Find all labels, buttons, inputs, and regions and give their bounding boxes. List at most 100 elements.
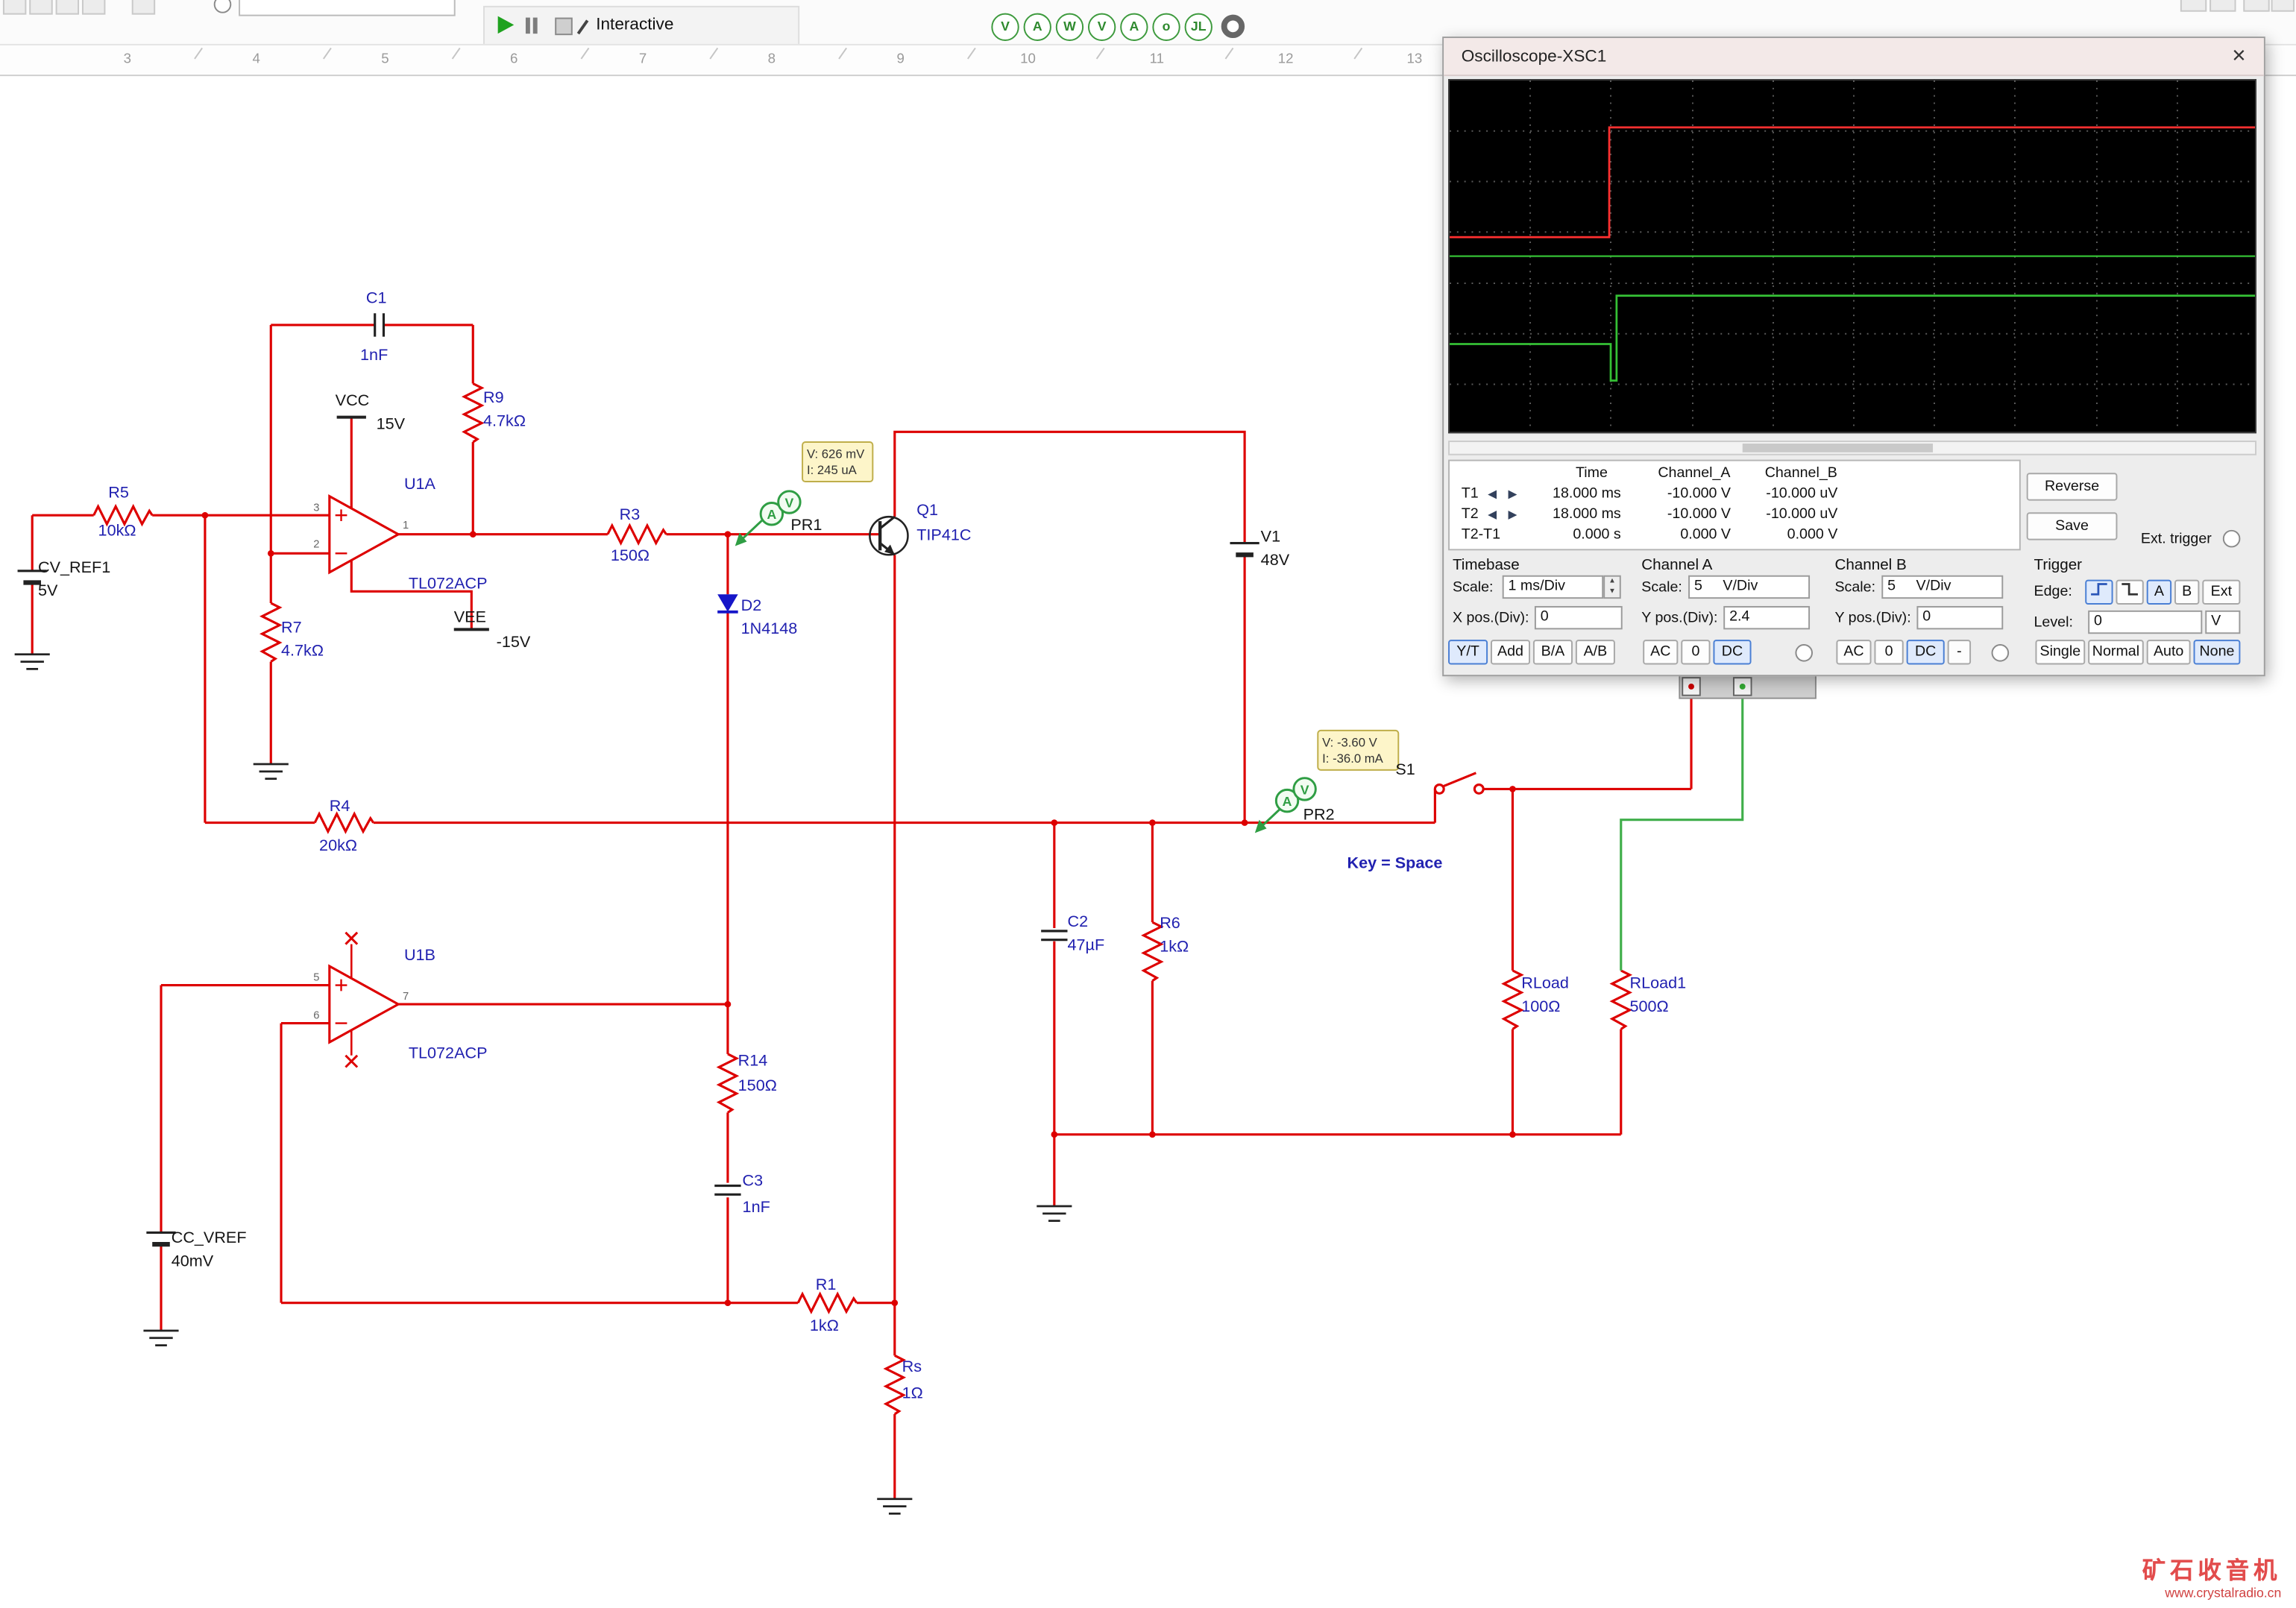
ext-trigger-label: Ext. trigger	[2140, 531, 2212, 548]
mode-ba-button[interactable]: B/A	[1532, 640, 1573, 665]
scope-scrollbar-thumb[interactable]	[1742, 443, 1934, 453]
probe-diff-voltage-icon[interactable]: V	[1087, 13, 1116, 41]
label-r7-val: 4.7kΩ	[281, 641, 324, 660]
channel-a-ypos-input[interactable]: 2.4	[1723, 605, 1811, 630]
ruler-tick: 4	[252, 51, 260, 68]
channel-a-dc-button[interactable]: DC	[1713, 640, 1752, 665]
channel-a-scale-input[interactable]: 5 V/Div	[1688, 575, 1811, 599]
toolbar-icon-partial[interactable]	[2180, 0, 2207, 12]
resistor-r6[interactable]	[1142, 921, 1163, 983]
run-simulation-button[interactable]	[497, 16, 515, 34]
resistor-rs[interactable]	[884, 1354, 905, 1416]
toolbar-icon-partial[interactable]	[2, 0, 27, 15]
oscilloscope-titlebar[interactable]: Oscilloscope-XSC1	[1444, 38, 2264, 77]
switch-s1[interactable]	[1433, 772, 1485, 795]
trigger-none-button[interactable]: None	[2193, 640, 2241, 665]
channel-b-scale-input[interactable]: 5 V/Div	[1881, 575, 2004, 599]
probe-voltage-icon[interactable]: V	[991, 13, 1019, 41]
pause-simulation-button[interactable]	[525, 17, 530, 34]
opamp-u1b[interactable]	[328, 931, 401, 1068]
trigger-normal-button[interactable]: Normal	[2088, 640, 2144, 665]
t1-left-arrow-icon[interactable]: ◀	[1488, 488, 1497, 501]
spinner-down-icon[interactable]: ▼	[1608, 587, 1616, 596]
timebase-scale-input[interactable]: 1 ms/Div	[1502, 575, 1604, 599]
delta-channel-b-value: 0.000 V	[1787, 526, 1838, 543]
resistor-r14[interactable]	[717, 1053, 738, 1114]
channel-a-zero-button[interactable]: 0	[1681, 640, 1711, 665]
spinner-up-icon[interactable]: ▲	[1608, 577, 1616, 586]
ruler-tick: 10	[1020, 51, 1036, 68]
resistor-rload[interactable]	[1503, 969, 1523, 1031]
close-icon[interactable]: ×	[2223, 38, 2255, 76]
capacitor-c2[interactable]	[1041, 930, 1068, 942]
toolbar-icon-partial[interactable]	[2271, 0, 2295, 12]
pr2-voltage-badge-icon: V	[1300, 782, 1309, 797]
trigger-rising-edge-button[interactable]	[2085, 579, 2113, 605]
resistor-r7[interactable]	[260, 602, 281, 663]
trigger-b-button[interactable]: B	[2174, 579, 2200, 605]
label-c2-ref: C2	[1068, 912, 1089, 930]
pause-simulation-button[interactable]	[532, 17, 538, 34]
interactive-mode-label[interactable]: Interactive	[596, 7, 673, 44]
probe-settings-gear-icon[interactable]	[1221, 14, 1245, 39]
capacitor-c1[interactable]	[374, 313, 386, 337]
probe-power-icon[interactable]: W	[1055, 13, 1084, 41]
save-button[interactable]: Save	[2026, 512, 2118, 540]
circuit-wires-green[interactable]	[1620, 696, 1744, 971]
channel-a-connector[interactable]	[1795, 644, 1813, 662]
t2-left-arrow-icon[interactable]: ◀	[1488, 508, 1497, 521]
label-r3-ref: R3	[620, 505, 641, 523]
channel-b-zero-button[interactable]: 0	[1874, 640, 1904, 665]
mode-add-button[interactable]: Add	[1490, 640, 1531, 665]
toolbar-icon-partial[interactable]	[131, 0, 156, 15]
delta-channel-a-value: 0.000 V	[1680, 526, 1732, 543]
resistor-r3[interactable]	[606, 524, 668, 545]
timebase-scale-label: Scale:	[1452, 579, 1494, 596]
resistor-rload1[interactable]	[1611, 969, 1632, 1031]
mode-yt-button[interactable]: Y/T	[1448, 640, 1488, 665]
channel-b-ac-button[interactable]: AC	[1836, 640, 1872, 665]
t2-right-arrow-icon[interactable]: ▶	[1509, 508, 1517, 521]
channel-b-minus-button[interactable]: -	[1947, 640, 1972, 665]
zoom-level-combobox[interactable]	[239, 0, 456, 16]
diode-d2[interactable]	[717, 594, 738, 614]
timebase-scale-spinner[interactable]: ▲ ▼	[1603, 575, 1621, 599]
toolbar-icon-partial[interactable]	[2209, 0, 2236, 12]
reverse-button[interactable]: Reverse	[2026, 473, 2118, 501]
probe-current-icon[interactable]: A	[1023, 13, 1051, 41]
trigger-ext-button[interactable]: Ext	[2202, 579, 2241, 605]
mode-ab-button[interactable]: A/B	[1575, 640, 1615, 665]
zoom-magnifier-icon[interactable]	[213, 0, 232, 13]
toolbar-icon-partial[interactable]	[55, 0, 80, 15]
label-q1-val: TIP41C	[916, 526, 971, 544]
transistor-q1[interactable]	[869, 515, 909, 556]
scope-scrollbar[interactable]	[1448, 441, 2256, 455]
timebase-xpos-input[interactable]: 0	[1534, 605, 1623, 630]
toolbar-icon-partial[interactable]	[29, 0, 53, 15]
trigger-falling-edge-button[interactable]	[2116, 579, 2144, 605]
probe-digital-icon[interactable]: JL	[1184, 13, 1213, 41]
channel-b-dc-button[interactable]: DC	[1906, 640, 1945, 665]
channel-a-ac-button[interactable]: AC	[1643, 640, 1679, 665]
channel-b-connector[interactable]	[1991, 644, 2010, 662]
trigger-auto-button[interactable]: Auto	[2146, 640, 2191, 665]
probe-current-arrow-icon[interactable]: A	[1120, 13, 1148, 41]
capacitor-c3[interactable]	[714, 1184, 741, 1196]
toolbar-icon-partial[interactable]	[81, 0, 106, 15]
channel-b-ypos-input[interactable]: 0	[1916, 605, 2004, 630]
battery-v1[interactable]	[1230, 541, 1259, 558]
label-r5-ref: R5	[108, 483, 129, 502]
t1-right-arrow-icon[interactable]: ▶	[1509, 488, 1517, 501]
trigger-a-button[interactable]: A	[2146, 579, 2172, 605]
opamp-u1a[interactable]	[328, 494, 401, 575]
probe-reference-icon[interactable]: o	[1152, 13, 1180, 41]
resistor-r1[interactable]	[796, 1293, 858, 1314]
resistor-r9[interactable]	[462, 382, 483, 444]
toolbar-icon-partial[interactable]	[2243, 0, 2270, 12]
simulation-toolbar: Interactive	[483, 5, 800, 45]
resistor-r4[interactable]	[313, 813, 375, 833]
ext-trigger-connector[interactable]	[2222, 529, 2241, 548]
trigger-level-input[interactable]: 0	[2088, 610, 2203, 634]
stop-simulation-button[interactable]	[555, 17, 573, 36]
trigger-single-button[interactable]: Single	[2035, 640, 2086, 665]
